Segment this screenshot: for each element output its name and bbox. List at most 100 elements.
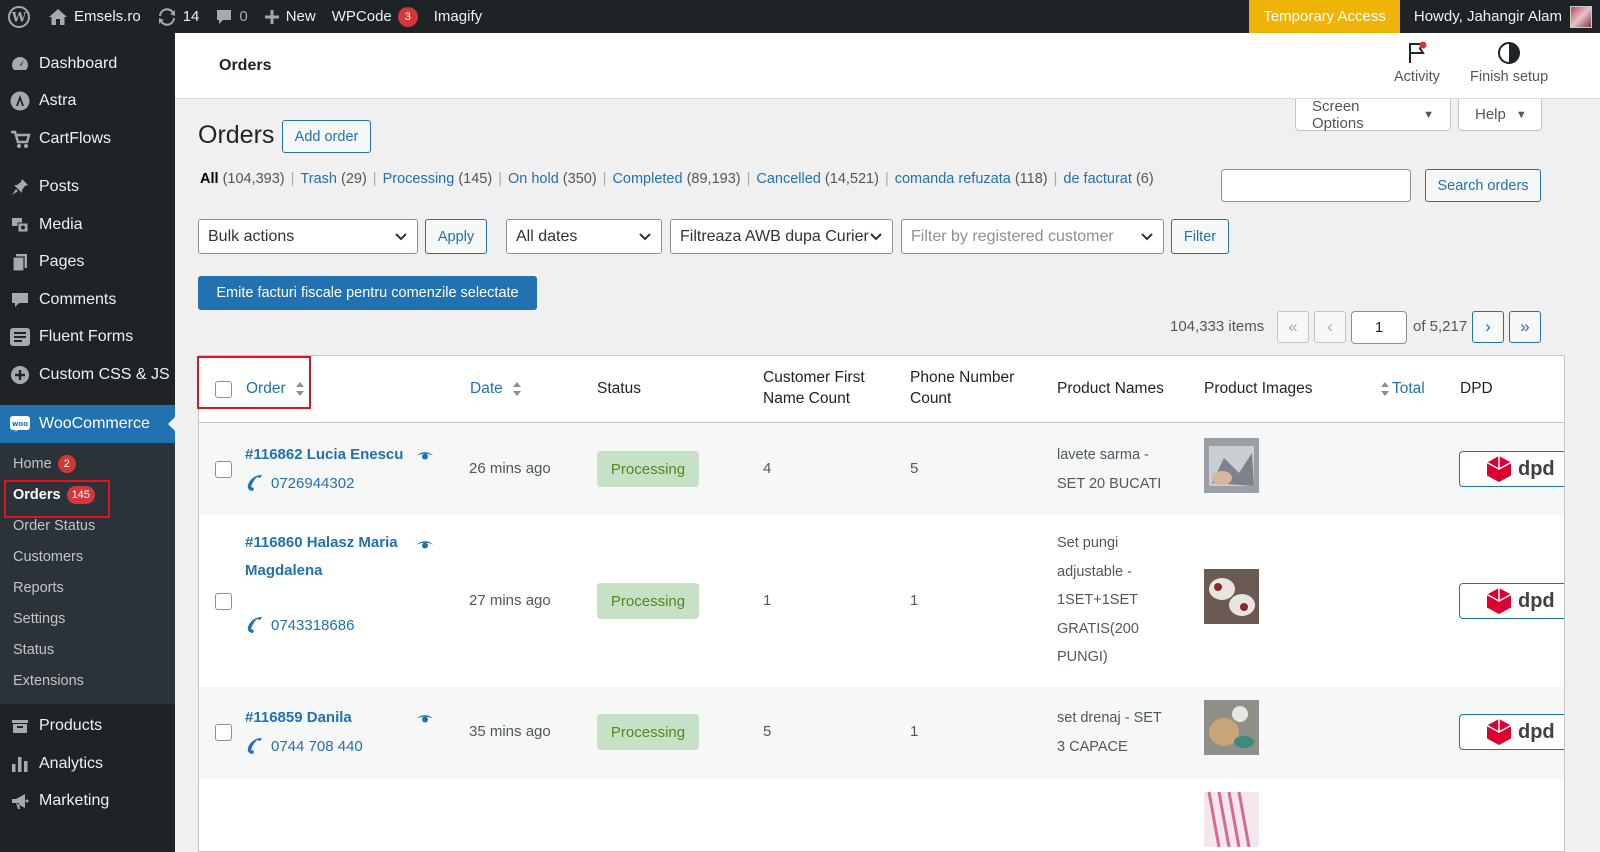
comment-icon: [215, 8, 233, 26]
apply-button[interactable]: Apply: [425, 219, 487, 254]
submenu-item-status[interactable]: Status: [0, 635, 175, 666]
finish-setup-button[interactable]: Finish setup: [1470, 41, 1548, 85]
dpd-button[interactable]: dpd: [1459, 714, 1564, 750]
orders-table: Order Date Status Customer First Name Co…: [198, 355, 1565, 852]
row-checkbox[interactable]: [215, 461, 232, 478]
chevron-down-icon: [870, 233, 882, 241]
product-image[interactable]: [1204, 792, 1259, 847]
filter-completed[interactable]: Completed (89,193): [612, 171, 740, 187]
phone-link[interactable]: 0726944302: [245, 473, 354, 493]
temporary-access-link[interactable]: Temporary Access: [1249, 0, 1400, 33]
analytics-icon: [9, 753, 31, 775]
sidebar-item-media[interactable]: Media: [0, 206, 175, 244]
emit-invoices-button[interactable]: Emite facturi fiscale pentru comenzile s…: [198, 276, 537, 310]
row-checkbox[interactable]: [215, 593, 232, 610]
sidebar-item-products[interactable]: Products: [0, 708, 175, 746]
filter-de-facturat[interactable]: de facturat (6): [1063, 171, 1153, 187]
product-names-column-header: Product Names: [1057, 380, 1164, 397]
product-image[interactable]: [1204, 438, 1259, 493]
help-button[interactable]: Help ▼: [1458, 99, 1542, 131]
search-orders-input[interactable]: [1221, 169, 1411, 202]
admin-sidebar: Dashboard Astra CartFlows Posts Media Pa…: [0, 33, 176, 852]
sidebar-item-pages[interactable]: Pages: [0, 244, 175, 282]
eye-icon[interactable]: [416, 713, 434, 725]
comments-link[interactable]: 0: [207, 0, 255, 33]
new-content-link[interactable]: New: [256, 0, 324, 33]
bulk-actions-select[interactable]: Bulk actions: [198, 219, 418, 254]
pin-icon: [9, 176, 31, 198]
phone-icon: [247, 617, 262, 633]
order-date: 26 mins ago: [469, 460, 551, 477]
account-menu[interactable]: Howdy, Jahangir Alam: [1400, 0, 1600, 33]
filter-comanda-refuzata[interactable]: comanda refuzata (118): [895, 171, 1048, 187]
first-name-count-column-header: Customer First Name Count: [763, 369, 865, 407]
first-page-button[interactable]: «: [1277, 311, 1309, 343]
submenu-item-extensions[interactable]: Extensions: [0, 666, 175, 697]
phone-link[interactable]: 0743318686: [245, 615, 354, 635]
sidebar-item-fluent-forms[interactable]: Fluent Forms: [0, 319, 175, 357]
table-row: [199, 779, 1564, 851]
dates-select[interactable]: All dates: [506, 219, 662, 254]
eye-icon[interactable]: [416, 450, 434, 462]
screen-options-button[interactable]: Screen Options ▼: [1295, 98, 1451, 132]
sidebar-item-woocommerce[interactable]: woo WooCommerce: [0, 404, 176, 443]
half-circle-icon: [1498, 42, 1521, 64]
total-column-header[interactable]: Total: [1380, 378, 1425, 399]
search-orders-button[interactable]: Search orders: [1425, 169, 1541, 202]
activity-button[interactable]: Activity: [1394, 41, 1440, 85]
submenu-item-home[interactable]: Home 2: [0, 449, 175, 480]
eye-icon[interactable]: [416, 539, 434, 551]
sidebar-item-analytics[interactable]: Analytics: [0, 745, 175, 783]
sidebar-item-astra[interactable]: Astra: [0, 83, 175, 121]
order-link[interactable]: #116859 Danila: [245, 704, 352, 732]
updates-link[interactable]: 14: [149, 0, 208, 33]
awb-courier-select[interactable]: Filtreaza AWB dupa Curier: [670, 219, 893, 254]
filter-on-hold[interactable]: On hold (350): [508, 171, 597, 187]
sidebar-item-dashboard[interactable]: Dashboard: [0, 45, 175, 83]
sidebar-item-cartflows[interactable]: CartFlows: [0, 120, 175, 158]
add-order-button[interactable]: Add order: [282, 120, 371, 153]
submenu-item-customers[interactable]: Customers: [0, 542, 175, 573]
sidebar-item-custom-css-js[interactable]: Custom CSS & JS: [0, 356, 175, 394]
filter-cancelled[interactable]: Cancelled (14,521): [756, 171, 879, 187]
items-count: 104,333 items: [1170, 318, 1265, 335]
submenu-item-reports[interactable]: Reports: [0, 573, 175, 604]
product-names: Set pungi adjustable - 1SET+1SET GRATIS(…: [1057, 535, 1139, 665]
order-date: 35 mins ago: [469, 723, 551, 740]
customer-filter-select[interactable]: Filter by registered customer: [901, 219, 1164, 254]
last-page-button[interactable]: »: [1509, 311, 1541, 343]
filter-button[interactable]: Filter: [1171, 219, 1229, 254]
wpcode-link[interactable]: WPCode 3: [324, 0, 426, 33]
order-link[interactable]: #116862 Lucia Enescu: [245, 441, 403, 469]
date-column-header[interactable]: Date: [470, 378, 522, 399]
header-title: Orders: [219, 57, 272, 74]
submenu-item-settings[interactable]: Settings: [0, 604, 175, 635]
order-link[interactable]: #116860 Halasz Maria Magdalena: [245, 529, 398, 585]
next-page-button[interactable]: ›: [1472, 311, 1504, 343]
site-name-link[interactable]: Emsels.ro: [40, 0, 149, 33]
home-icon: [48, 8, 68, 26]
dpd-logo-icon: [1486, 719, 1512, 745]
sidebar-item-posts[interactable]: Posts: [0, 169, 175, 207]
current-page-input[interactable]: 1: [1351, 311, 1407, 344]
filter-trash[interactable]: Trash (29): [300, 171, 366, 187]
wordpress-logo-icon[interactable]: W: [0, 0, 40, 33]
prev-page-button[interactable]: ‹: [1314, 311, 1346, 343]
filter-processing[interactable]: Processing (145): [383, 171, 493, 187]
sidebar-item-comments[interactable]: Comments: [0, 281, 175, 319]
first-name-count: 1: [763, 592, 772, 609]
product-image[interactable]: [1204, 700, 1259, 755]
page-title: Orders: [198, 121, 275, 149]
product-image[interactable]: [1204, 569, 1259, 624]
imagify-link[interactable]: Imagify: [426, 0, 490, 33]
dpd-button[interactable]: dpd: [1459, 583, 1564, 619]
row-checkbox[interactable]: [215, 724, 232, 741]
chevron-down-icon: [1141, 233, 1153, 241]
dpd-button[interactable]: dpd: [1459, 451, 1564, 487]
plus-circle-icon: [9, 364, 31, 386]
status-badge: Processing: [597, 451, 699, 487]
sidebar-item-marketing[interactable]: Marketing: [0, 783, 175, 821]
phone-icon: [247, 738, 262, 754]
phone-link[interactable]: 0744 708 440: [245, 736, 363, 756]
filter-all[interactable]: All (104,393): [200, 171, 285, 187]
